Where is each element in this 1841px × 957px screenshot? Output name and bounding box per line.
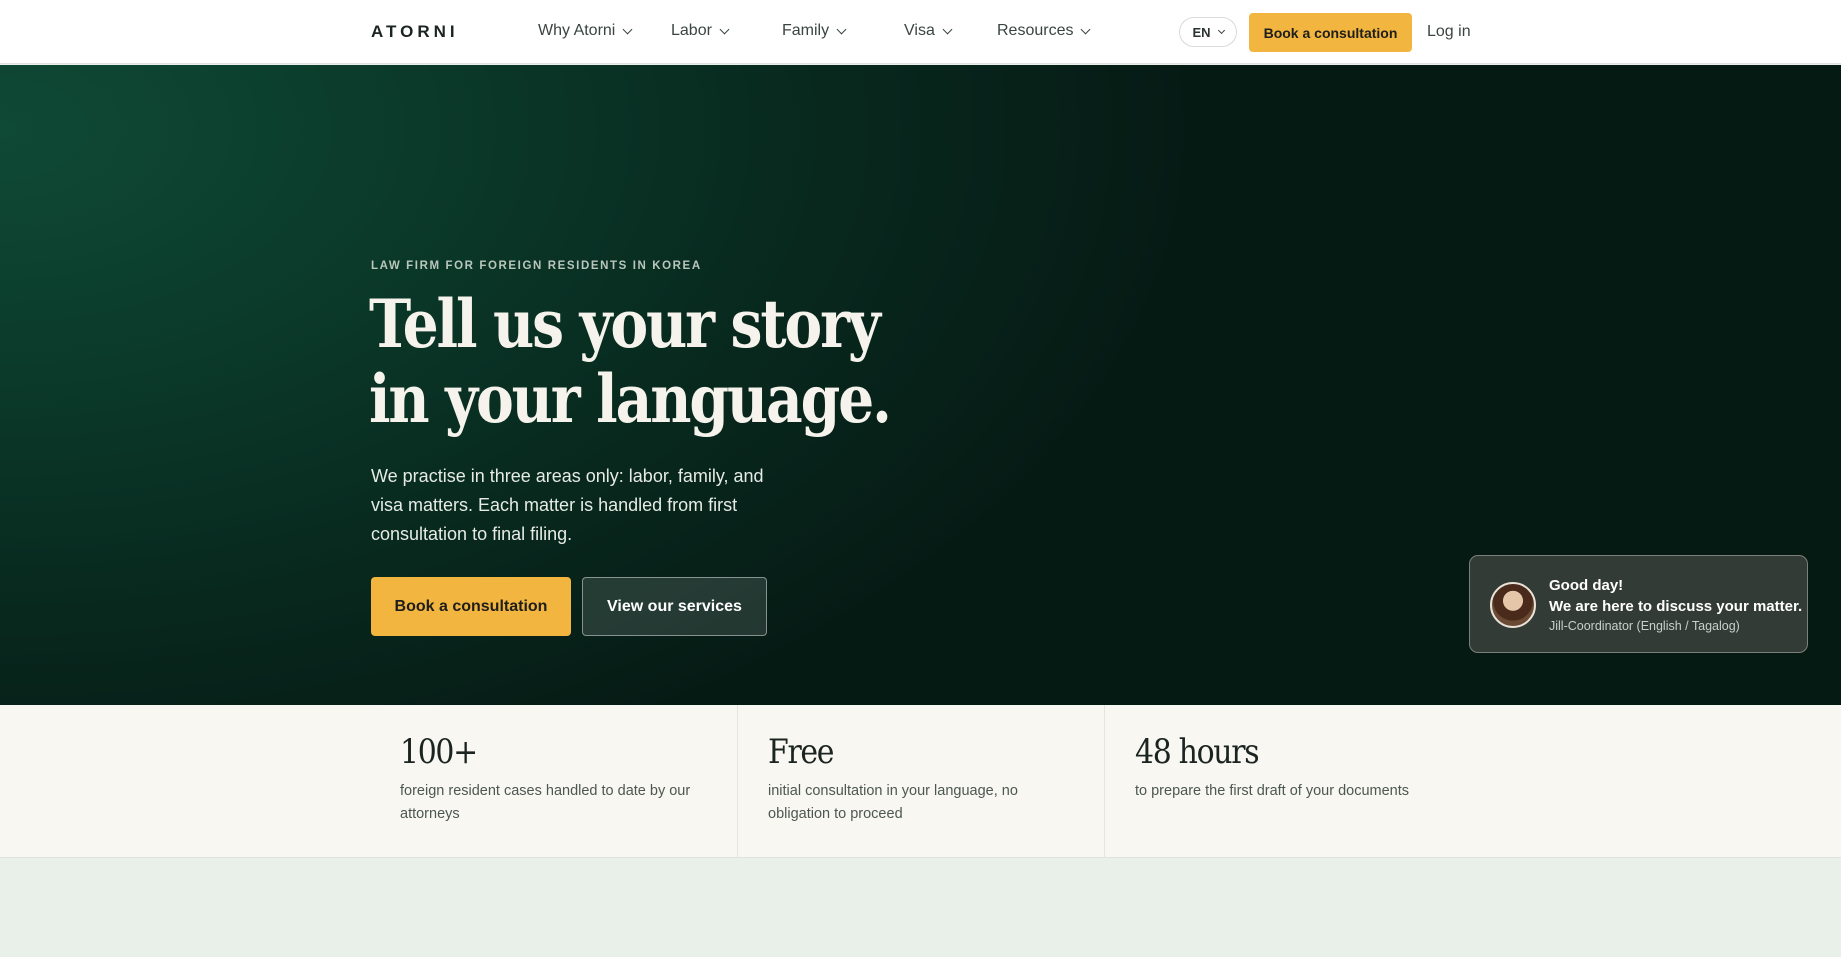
chat-widget[interactable]: Good day! We are here to discuss your ma… (1469, 555, 1808, 653)
book-consultation-button[interactable]: Book a consultation (371, 577, 571, 636)
nav-item-label: Family (782, 22, 830, 39)
login-link[interactable]: Log in (1427, 23, 1471, 41)
nav-item-resources[interactable]: Resources (997, 22, 1091, 40)
chevron-down-icon (719, 24, 730, 34)
stat-description: initial consultation in your language, n… (768, 783, 1018, 822)
nav-item-family[interactable]: Family (782, 22, 847, 40)
lower-section (0, 858, 1841, 957)
chevron-down-icon (836, 24, 847, 34)
chevron-down-icon (942, 24, 953, 34)
language-label: EN (1192, 24, 1211, 40)
chat-greeting: Good day! (1549, 577, 1624, 594)
hero-headline-line-1: Tell us your story (369, 285, 881, 363)
hero-headline: Tell us your story in your language. (369, 285, 892, 438)
nav-item-label: Resources (997, 22, 1074, 39)
chevron-down-icon (622, 24, 633, 34)
chat-text: We are here to discuss your matter. (1549, 598, 1803, 615)
hero-eyebrow: LAW FIRM FOR FOREIGN RESIDENTS IN KOREA (371, 260, 702, 272)
stat-description: to prepare the first draft of your docum… (1135, 783, 1410, 799)
logo[interactable]: ATORNI (371, 22, 459, 42)
nav-item-labor[interactable]: Labor (671, 22, 730, 40)
avatar (1490, 582, 1536, 628)
chat-message: Good day! We are here to discuss your ma… (1549, 575, 1802, 617)
view-services-button[interactable]: View our services (582, 577, 767, 636)
header-book-consultation-button[interactable]: Book a consultation (1249, 13, 1412, 52)
hero-description: We practise in three areas only: labor, … (371, 466, 764, 544)
site-header: ATORNI Why Atorni Labor Family Visa Reso… (0, 0, 1841, 64)
stat-value: Free (768, 732, 835, 772)
chevron-down-icon (1217, 26, 1225, 35)
stats-section: 100+ foreign resident cases handled to d… (0, 705, 1841, 858)
chevron-down-icon (1081, 24, 1091, 34)
nav-item-visa[interactable]: Visa (904, 22, 953, 40)
hero-headline-line-2: in your language. (369, 360, 892, 438)
stat-value: 100+ (400, 732, 478, 772)
chat-agent-name: Jill-Coordinator (English / Tagalog) (1549, 619, 1740, 633)
nav-item-label: Visa (904, 22, 935, 39)
nav-item-label: Labor (671, 22, 712, 39)
nav-item-why-atorni[interactable]: Why Atorni (538, 22, 633, 40)
language-selector[interactable]: EN (1179, 17, 1237, 47)
stat-divider (1104, 705, 1105, 858)
stat-value: 48 hours (1135, 732, 1260, 772)
nav-item-label: Why Atorni (538, 22, 616, 39)
stat-description: foreign resident cases handled to date b… (400, 783, 691, 822)
stat-divider (737, 705, 738, 858)
